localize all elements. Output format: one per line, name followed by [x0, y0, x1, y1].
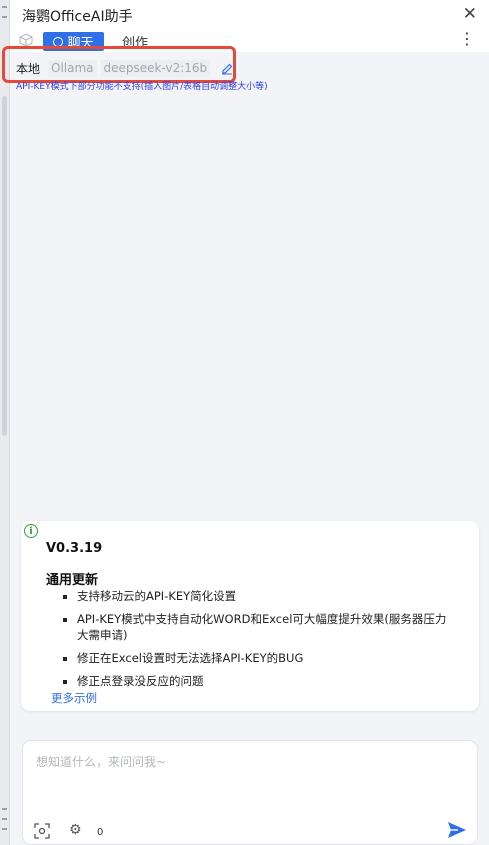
model-provider-badge[interactable]: Ollama — [48, 59, 97, 77]
window-title: 海鹦OfficeAI助手 — [22, 9, 133, 25]
model-name-badge[interactable]: deepseek-v2:16b — [100, 59, 211, 77]
chat-history-area — [10, 96, 489, 506]
release-version: V0.3.19 — [46, 541, 103, 556]
list-item: 支持移动云的API-KEY简化设置 — [77, 588, 457, 604]
rail-tick — [2, 818, 7, 820]
release-items-list: 支持移动云的API-KEY简化设置 API-KEY模式中支持自动化WORD和Ex… — [61, 581, 467, 696]
model-selector[interactable]: 本地 Ollama deepseek-v2:16b — [16, 59, 234, 77]
list-item: 修正在Excel设置时无法选择API-KEY的BUG — [77, 650, 457, 666]
rail-tick — [2, 6, 7, 8]
list-item: API-KEY模式中支持自动化WORD和Excel可大幅度提升效果(服务器压力大… — [77, 611, 457, 643]
edit-pencil-icon[interactable] — [220, 61, 234, 75]
composer: ⚙ 0 — [22, 740, 478, 845]
question-input[interactable] — [34, 751, 458, 805]
title-bar: 海鹦OfficeAI助手 ✕ — [10, 0, 489, 30]
rail-scrollbar[interactable] — [2, 96, 7, 436]
rail-tick — [2, 808, 7, 810]
model-mode-label[interactable]: 本地 — [16, 60, 40, 77]
scan-icon[interactable] — [34, 823, 50, 839]
more-examples-link[interactable]: 更多示例 — [51, 690, 97, 706]
send-icon[interactable] — [447, 821, 467, 839]
release-notes-card: i V0.3.19 通用更新 支持移动云的API-KEY简化设置 API-KEY… — [21, 521, 479, 711]
chat-icon — [53, 36, 64, 47]
input-char-count: 0 — [97, 827, 104, 838]
rail-tick — [2, 828, 7, 830]
list-item: 修正点登录没反应的问题 — [77, 673, 457, 689]
left-panel-rail — [0, 0, 10, 845]
more-vertical-icon[interactable]: ⋮ — [459, 30, 475, 48]
close-icon[interactable]: ✕ — [463, 4, 477, 24]
gear-icon[interactable]: ⚙ — [69, 822, 85, 838]
rail-tick — [2, 16, 7, 18]
info-icon: i — [24, 524, 38, 538]
model-hint-text: API-KEY模式下部分功能不支持(插入图片/表格自动调整大小等) — [16, 82, 268, 92]
